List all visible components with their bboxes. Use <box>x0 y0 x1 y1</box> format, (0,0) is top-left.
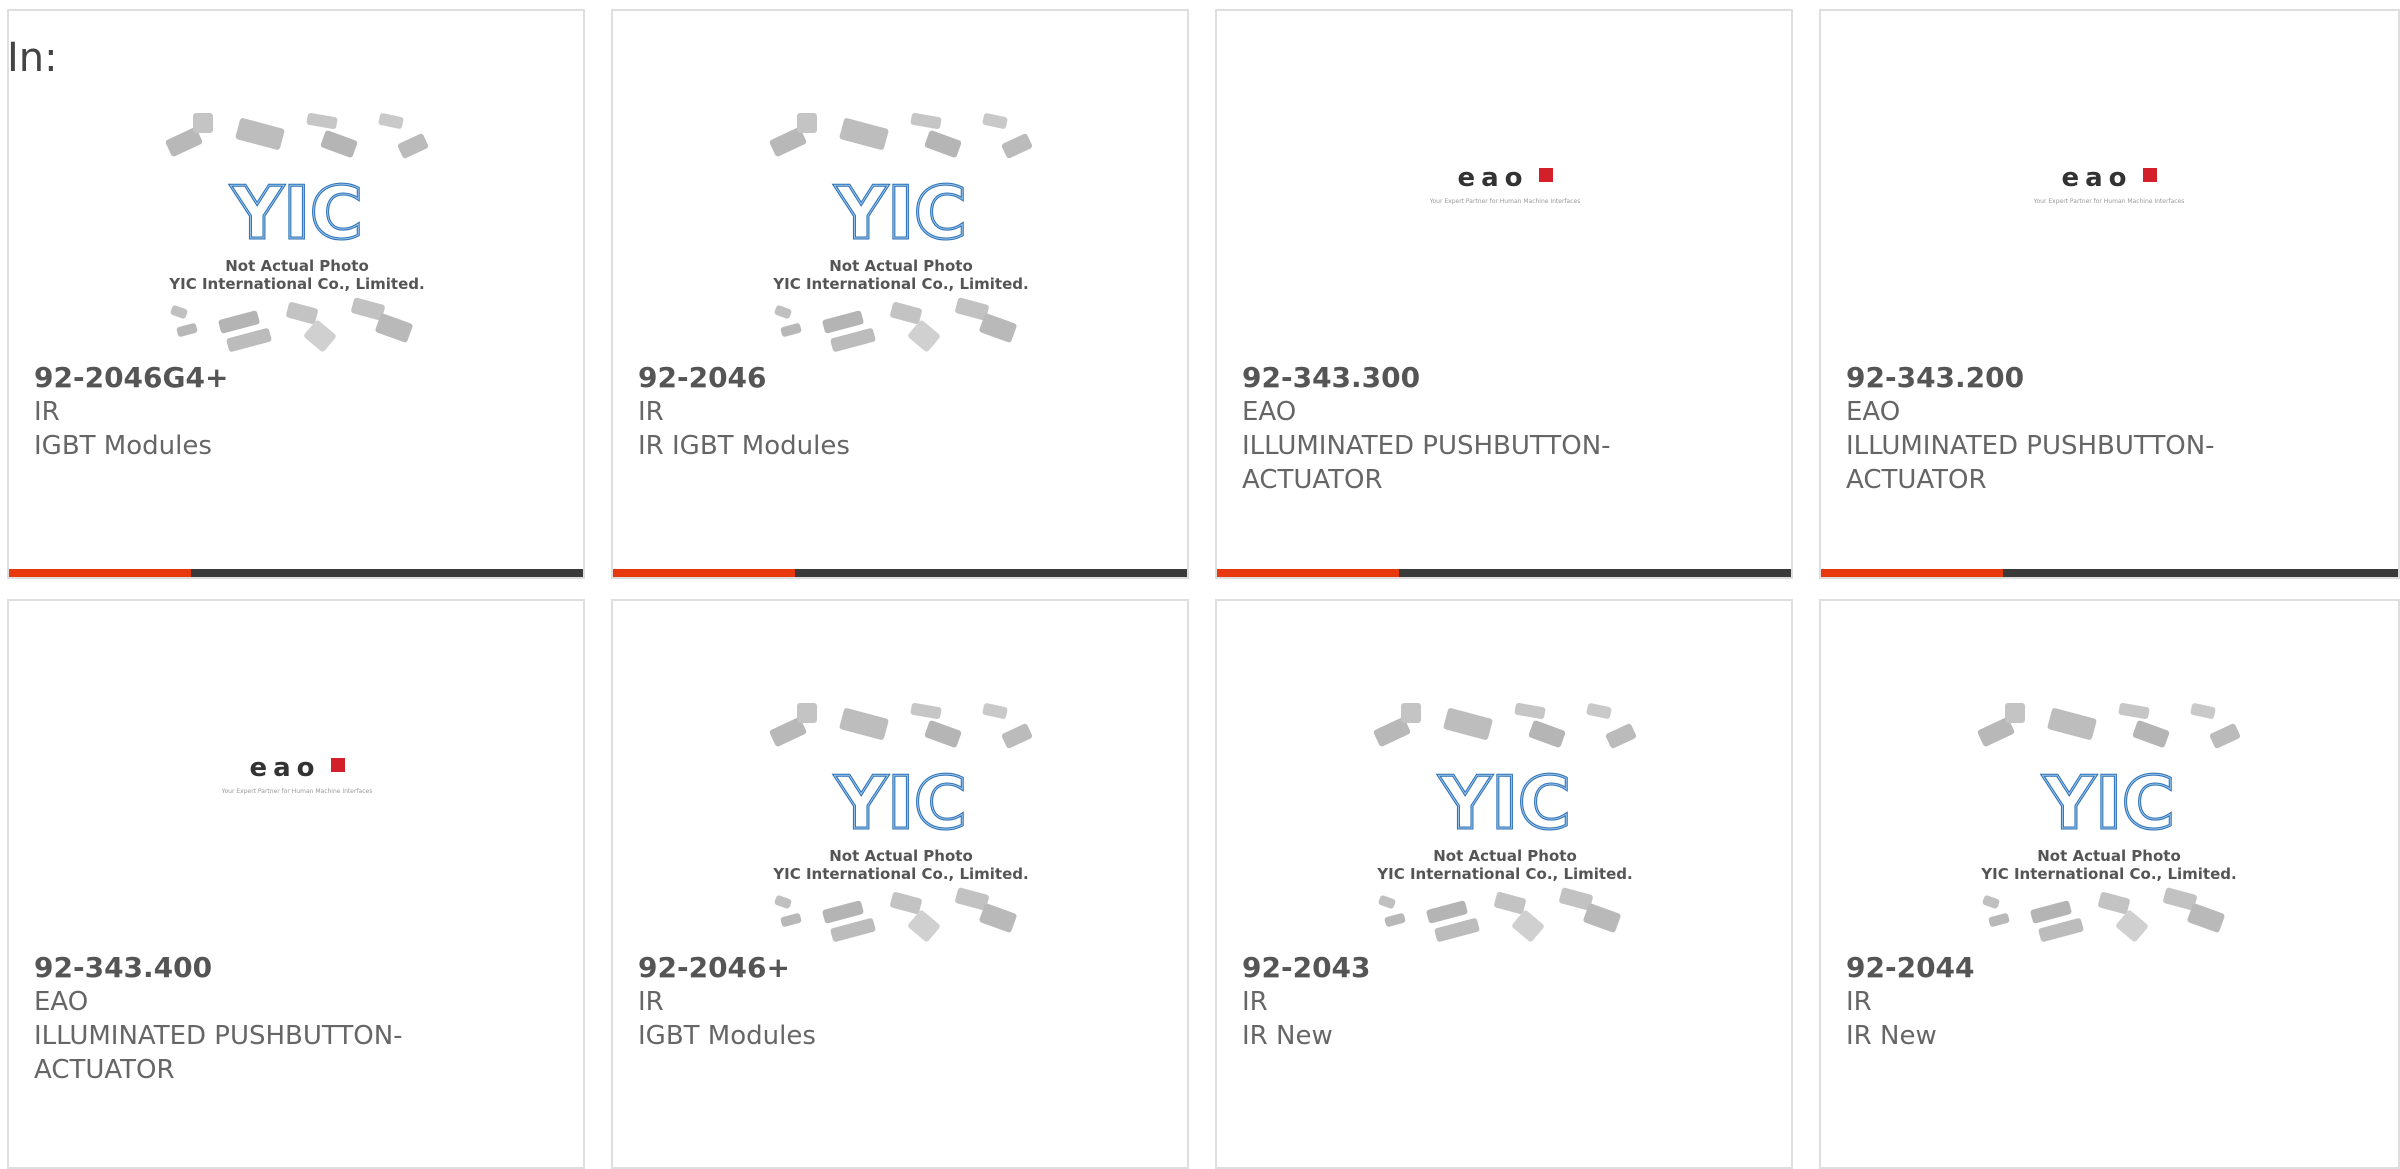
manufacturer: EAO <box>1846 397 1901 427</box>
product-card[interactable]: eao Your Expert Partner for Human Machine… <box>7 599 585 1169</box>
part-number-link[interactable]: 92-2046+ <box>638 951 1167 985</box>
svg-text:Not Actual Photo: Not Actual Photo <box>225 257 369 275</box>
product-image: YIC YIC Not Actual Photo YIC International … <box>761 93 1041 353</box>
part-number-link[interactable]: 92-2046G4+ <box>34 361 563 395</box>
product-grid: YIC YIC Not Actual Photo YIC International … <box>0 0 2400 1169</box>
eao-logo-image: eao Your Expert Partner for Human Machine… <box>2033 163 2185 205</box>
product-image: eao Your Expert Partner for Human Machine… <box>1969 93 2249 353</box>
svg-text:Not Actual Photo: Not Actual Photo <box>829 257 973 275</box>
product-image: YIC YIC Not Actual Photo YIC International … <box>1365 683 1645 943</box>
svg-text:eao: eao <box>249 753 320 783</box>
description: IR IGBT Modules <box>638 431 850 461</box>
svg-text:Your Expert Partner for Human: Your Expert Partner for Human Machine In… <box>1429 198 1581 205</box>
svg-text:YIC: YIC <box>2042 761 2175 845</box>
manufacturer: IR <box>1242 987 1268 1017</box>
description: IGBT Modules <box>638 1021 816 1051</box>
product-image: YIC YIC Not Actual Photo YIC International … <box>157 93 437 353</box>
description: IR New <box>1242 1021 1333 1051</box>
yic-placeholder-image: YICYICNot Actual PhotoYIC International … <box>1977 702 2241 942</box>
svg-text:YIC International Co., Limited: YIC International Co., Limited. <box>772 865 1028 883</box>
svg-text:eao: eao <box>1457 163 1528 193</box>
product-image: eao Your Expert Partner for Human Machine… <box>1365 93 1645 353</box>
svg-text:YIC International Co., Limited: YIC International Co., Limited. <box>772 275 1028 293</box>
svg-text:YIC: YIC <box>834 171 967 255</box>
manufacturer: IR <box>34 397 60 427</box>
svg-text:Your Expert Partner for Human: Your Expert Partner for Human Machine In… <box>221 788 373 795</box>
in-label: In: <box>7 35 58 81</box>
svg-text:YIC International Co., Limited: YIC International Co., Limited. <box>1376 865 1632 883</box>
description: ILLUMINATED PUSHBUTTON-ACTUATOR <box>1846 431 2215 495</box>
description: IR New <box>1846 1021 1937 1051</box>
manufacturer: EAO <box>1242 397 1297 427</box>
product-card[interactable]: YIC YIC Not Actual Photo YIC International … <box>611 9 1189 579</box>
eao-logo-image: eao Your Expert Partner for Human Machine… <box>1429 163 1581 205</box>
card-footer-bar <box>1821 569 2398 577</box>
product-card[interactable]: YIC YIC Not Actual Photo YIC International … <box>1819 599 2400 1169</box>
svg-text:YIC International Co., Limited: YIC International Co., Limited. <box>1980 865 2236 883</box>
part-number-link[interactable]: 92-2044 <box>1846 951 2378 985</box>
svg-text:YIC: YIC <box>230 171 363 255</box>
card-footer-bar <box>613 569 1187 577</box>
eao-logo-image: eao Your Expert Partner for Human Machine… <box>221 753 373 795</box>
svg-text:Not Actual Photo: Not Actual Photo <box>829 847 973 865</box>
description: ILLUMINATED PUSHBUTTON-ACTUATOR <box>1242 431 1611 495</box>
product-card[interactable]: eao Your Expert Partner for Human Machine… <box>1215 9 1793 579</box>
svg-text:Your Expert Partner for Human: Your Expert Partner for Human Machine In… <box>2033 198 2185 205</box>
part-number-link[interactable]: 92-2046 <box>638 361 1167 395</box>
product-card[interactable]: eao Your Expert Partner for Human Machine… <box>1819 9 2400 579</box>
part-number-link[interactable]: 92-343.300 <box>1242 361 1771 395</box>
product-image: YIC YIC Not Actual Photo YIC International … <box>1969 683 2249 943</box>
yic-placeholder-image: YICYICNot Actual PhotoYIC International … <box>769 112 1033 352</box>
product-card[interactable]: YIC YIC Not Actual Photo YIC International … <box>611 599 1189 1169</box>
manufacturer: EAO <box>34 987 89 1017</box>
product-card[interactable]: YIC YIC Not Actual Photo YIC International … <box>7 9 585 579</box>
svg-text:YIC International Co., Limited: YIC International Co., Limited. <box>168 275 424 293</box>
yic-placeholder-image: YICYICNot Actual PhotoYIC International … <box>1373 702 1637 942</box>
svg-text:YIC: YIC <box>834 761 967 845</box>
product-image: YIC YIC Not Actual Photo YIC International … <box>761 683 1041 943</box>
manufacturer: IR <box>638 397 664 427</box>
product-image: eao Your Expert Partner for Human Machine… <box>157 683 437 943</box>
product-card[interactable]: YIC YIC Not Actual Photo YIC International … <box>1215 599 1793 1169</box>
part-number-link[interactable]: 92-343.400 <box>34 951 563 985</box>
manufacturer: IR <box>638 987 664 1017</box>
svg-text:Not Actual Photo: Not Actual Photo <box>2037 847 2181 865</box>
yic-placeholder-image: YICYICNot Actual PhotoYIC International … <box>769 702 1033 942</box>
description: ILLUMINATED PUSHBUTTON-ACTUATOR <box>34 1021 403 1085</box>
svg-text:YIC: YIC <box>1438 761 1571 845</box>
card-footer-bar <box>9 569 583 577</box>
card-footer-bar <box>1217 569 1791 577</box>
yic-placeholder-image: YICYICNot Actual PhotoYIC International … <box>165 112 429 352</box>
description: IGBT Modules <box>34 431 212 461</box>
manufacturer: IR <box>1846 987 1872 1017</box>
part-number-link[interactable]: 92-2043 <box>1242 951 1771 985</box>
part-number-link[interactable]: 92-343.200 <box>1846 361 2378 395</box>
svg-text:Not Actual Photo: Not Actual Photo <box>1433 847 1577 865</box>
svg-text:eao: eao <box>2061 163 2132 193</box>
